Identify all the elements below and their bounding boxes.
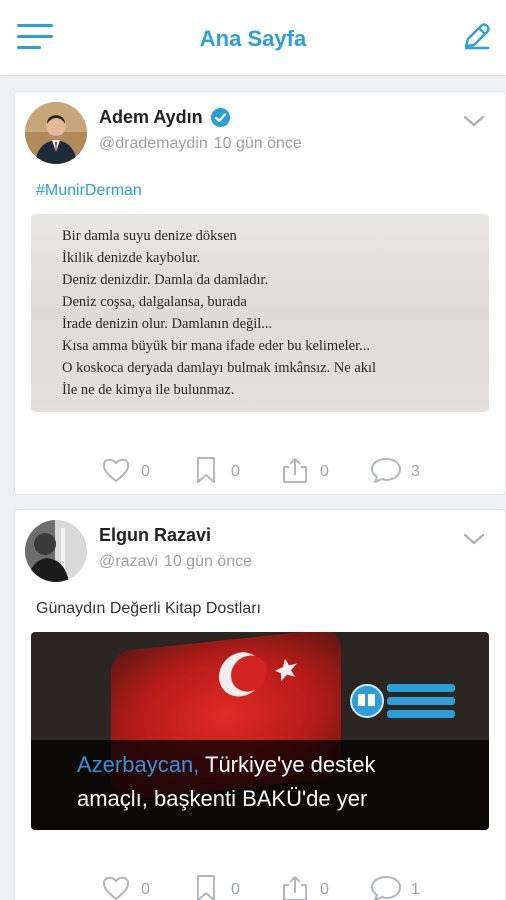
- image-quote-text: Bir damla suyu denize döksen İkilik deni…: [62, 228, 377, 398]
- author-handle[interactable]: @drademaydin: [99, 135, 208, 152]
- comment-count: 3: [411, 463, 420, 480]
- post-hashtag[interactable]: #MunirDerman: [36, 182, 142, 200]
- post-actions: 0 0 0 3: [15, 455, 506, 485]
- page-title: Ana Sayfa: [199, 26, 307, 51]
- post-text: Günaydın Değerli Kitap Dostları: [36, 600, 261, 617]
- avatar[interactable]: [25, 520, 87, 582]
- comment-icon: [371, 458, 401, 483]
- chevron-down-icon[interactable]: [463, 114, 485, 128]
- author-name[interactable]: Adem Aydın: [99, 107, 203, 128]
- caption-highlight: Azerbaycan,: [77, 752, 200, 777]
- heart-icon: [102, 876, 130, 900]
- avatar[interactable]: [25, 102, 87, 164]
- heart-icon: [102, 458, 130, 483]
- author-handle[interactable]: @razavi: [99, 553, 158, 570]
- chevron-down-icon[interactable]: [463, 532, 485, 546]
- comment-icon: [371, 876, 401, 900]
- share-icon: [283, 458, 307, 483]
- share-icon: [283, 876, 307, 900]
- post-meta: @razavi 10 gün önce: [99, 553, 252, 571]
- video-caption: Azerbaycan, Türkiye'ye destek amaçlı, ba…: [31, 740, 489, 830]
- post-actions: 0 0 0 1: [15, 873, 506, 900]
- bookmark-count: 0: [231, 463, 240, 480]
- caption-line-2: amaçlı, başkenti BAKÜ'de yer: [77, 786, 368, 811]
- bookmark-icon: [197, 457, 215, 483]
- share-count: 0: [320, 463, 329, 480]
- top-app-bar: Ana Sayfa: [0, 0, 506, 76]
- post-image[interactable]: Bir damla suyu denize döksen İkilik deni…: [31, 214, 489, 412]
- post-time: 10 gün önce: [213, 135, 302, 152]
- caption-line-1: Türkiye'ye destek: [199, 752, 376, 777]
- author-name[interactable]: Elgun Razavi: [99, 525, 211, 546]
- bookmark-count: 0: [231, 881, 240, 898]
- post-meta: @drademaydin 10 gün önce: [99, 135, 302, 153]
- post-time: 10 gün önce: [163, 553, 252, 570]
- like-count: 0: [141, 881, 150, 898]
- bookmark-icon: [197, 875, 215, 900]
- post-card: Elgun Razavi @razavi 10 gün önce Günaydın…: [14, 509, 506, 900]
- like-count: 0: [141, 463, 150, 480]
- comment-count: 1: [411, 881, 420, 898]
- verified-badge-icon: [211, 108, 230, 127]
- share-count: 0: [320, 881, 329, 898]
- channel-logo-icon: [350, 684, 455, 718]
- pencil-edit-icon[interactable]: [460, 20, 492, 52]
- post-card: Adem Aydın @drademaydin 10 gün önce #Muni…: [14, 91, 506, 495]
- post-video[interactable]: Azerbaycan, Türkiye'ye destek amaçlı, ba…: [31, 632, 489, 830]
